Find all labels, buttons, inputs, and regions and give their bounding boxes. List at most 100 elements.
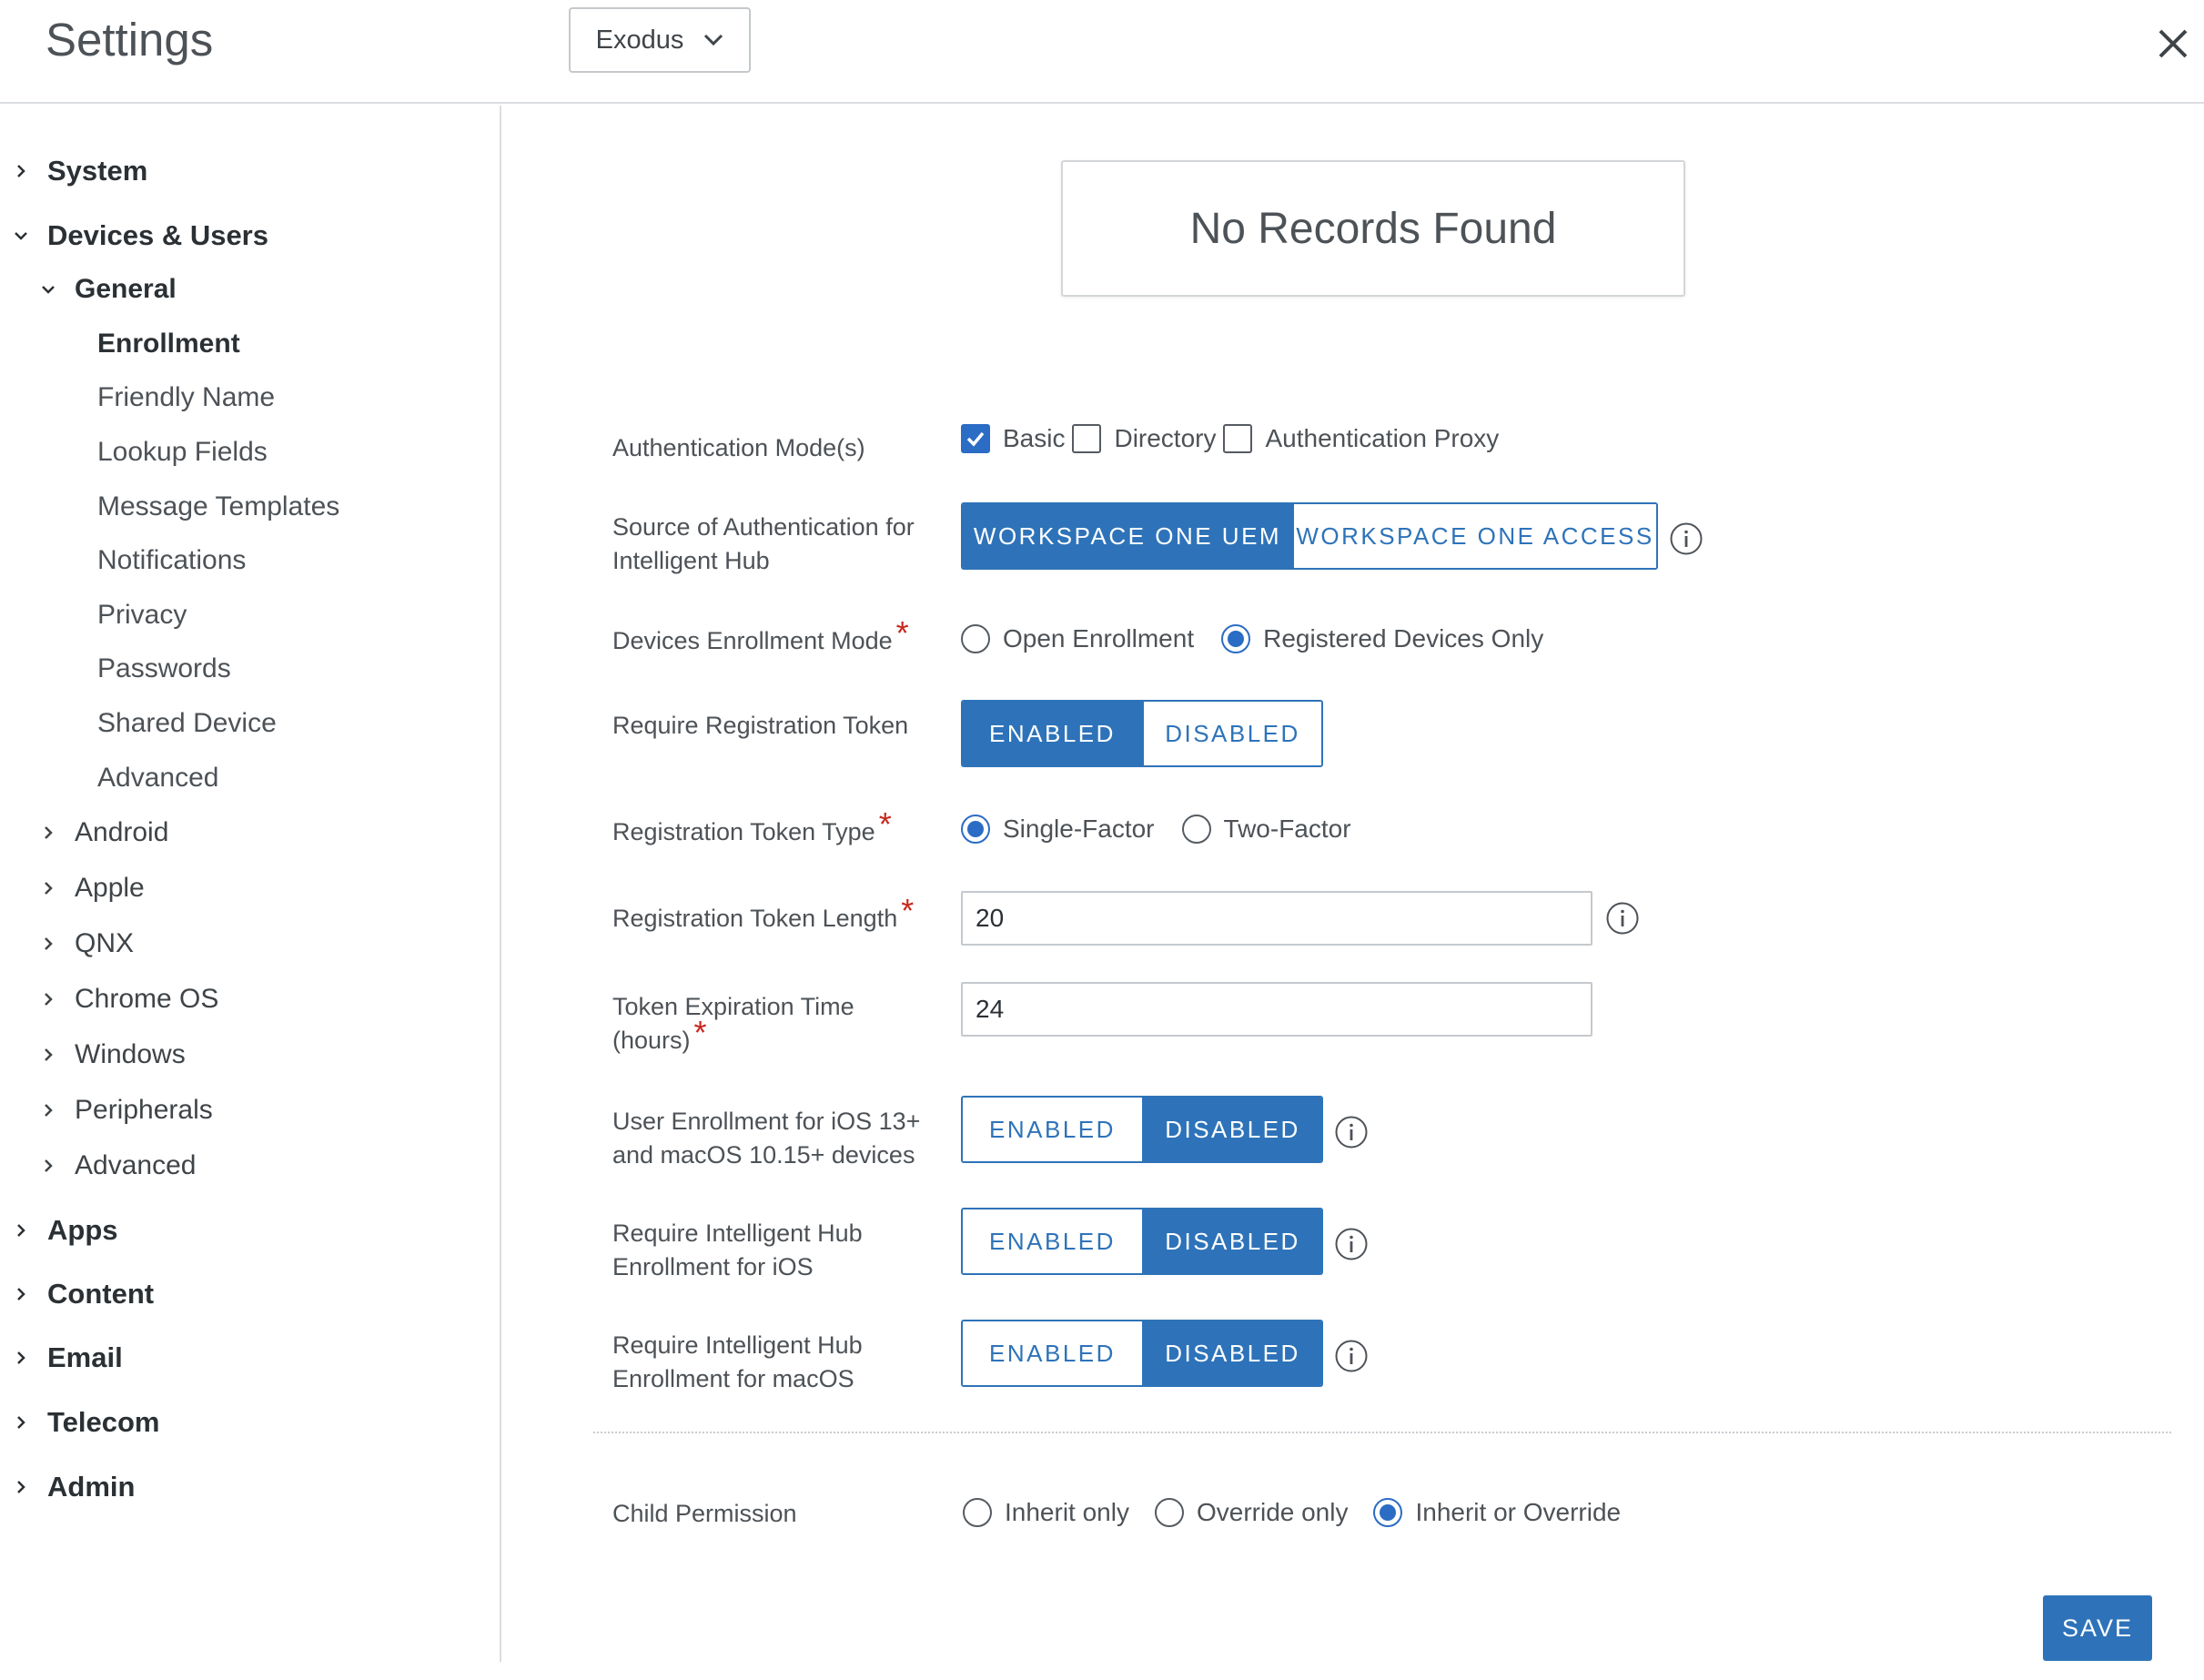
sidebar-item-qnx[interactable]: QNX [40, 928, 134, 959]
token-expiration-label-line2: (hours) [612, 1027, 691, 1054]
user-enrollment-enabled-button[interactable]: ENABLED [963, 1098, 1142, 1161]
chevron-right-icon [40, 936, 56, 952]
token-type-group: Single-Factor Two-Factor [961, 815, 1359, 844]
user-enrollment-label: User Enrollment for iOS 13+ and macOS 10… [612, 1108, 921, 1169]
info-icon[interactable] [1334, 1115, 1369, 1149]
chevron-right-icon [13, 1286, 29, 1302]
sidebar-item-passwords[interactable]: Passwords [97, 653, 231, 684]
token-type-label: Registration Token Type * [612, 808, 958, 849]
sidebar-item-devices-users[interactable]: Devices & Users [13, 219, 268, 252]
chevron-right-icon [13, 1479, 29, 1495]
token-expiration-input[interactable]: 24 [961, 982, 1592, 1037]
user-enrollment-disabled-button[interactable]: DISABLED [1142, 1098, 1321, 1161]
single-factor-radio[interactable] [961, 815, 990, 844]
no-records-message: No Records Found [1061, 160, 1685, 297]
sidebar-item-lookup-fields[interactable]: Lookup Fields [97, 437, 268, 468]
sidebar-item-system[interactable]: System [13, 155, 147, 187]
child-permission-label: Child Permission [612, 1500, 797, 1527]
open-enrollment-radio[interactable] [961, 624, 990, 653]
chevron-right-icon [40, 991, 56, 1007]
sidebar-item-email[interactable]: Email [13, 1341, 123, 1374]
sidebar-item-notifications[interactable]: Notifications [97, 545, 246, 576]
chevron-right-icon [40, 1158, 56, 1174]
require-token-label: Require Registration Token [612, 712, 909, 739]
sidebar-item-label: Lookup Fields [97, 437, 268, 467]
required-asterisk: * [895, 614, 909, 652]
chevron-right-icon [40, 880, 56, 896]
sidebar-item-label: Enrollment [97, 329, 240, 359]
hub-ios-disabled-button[interactable]: DISABLED [1142, 1209, 1321, 1273]
workspace-one-uem-button[interactable]: WORKSPACE ONE UEM [963, 504, 1292, 568]
sidebar-item-advanced[interactable]: Advanced [40, 1150, 196, 1181]
inherit-only-radio[interactable] [963, 1498, 992, 1527]
chevron-right-icon [13, 1222, 29, 1239]
directory-checkbox[interactable] [1072, 424, 1102, 453]
auth-modes-group: Basic Directory Authentication Proxy [961, 424, 1506, 453]
token-expiration-label-line1: Token Expiration Time [612, 993, 854, 1020]
authentication-proxy-checkbox[interactable] [1223, 424, 1253, 453]
inherit-or-override-radio[interactable] [1373, 1498, 1403, 1527]
sidebar-item-chrome-os[interactable]: Chrome OS [40, 984, 218, 1015]
settings-sidebar: System Devices & Users General Enrollmen… [0, 106, 501, 1662]
sidebar-item-apps[interactable]: Apps [13, 1214, 118, 1247]
child-permission-group: Inherit only Override only Inherit or Ov… [963, 1498, 1628, 1527]
sidebar-item-admin[interactable]: Admin [13, 1471, 135, 1503]
override-only-radio[interactable] [1154, 1498, 1184, 1527]
sidebar-item-friendly-name[interactable]: Friendly Name [97, 382, 275, 413]
sidebar-item-apple[interactable]: Apple [40, 873, 145, 904]
basic-checkbox[interactable] [961, 424, 990, 453]
close-icon[interactable] [2153, 24, 2193, 64]
require-token-toggle: ENABLED DISABLED [961, 700, 1323, 767]
override-only-label: Override only [1196, 1498, 1349, 1526]
token-length-input[interactable]: 20 [961, 891, 1592, 946]
section-divider [593, 1432, 2171, 1433]
sidebar-item-general[interactable]: General [40, 274, 177, 305]
hub-macos-enabled-button[interactable]: ENABLED [963, 1321, 1142, 1385]
sidebar-item-message-templates[interactable]: Message Templates [97, 491, 339, 522]
sidebar-item-label: Passwords [97, 653, 231, 683]
info-icon[interactable] [1334, 1227, 1369, 1261]
sidebar-item-label: Android [75, 817, 169, 847]
chevron-down-icon [704, 34, 723, 46]
save-button[interactable]: SAVE [2043, 1595, 2152, 1661]
sidebar-item-label: Friendly Name [97, 382, 276, 412]
sidebar-item-android[interactable]: Android [40, 817, 168, 848]
settings-page: Settings Exodus System Devices & Users G… [0, 0, 2204, 1680]
sidebar-item-windows[interactable]: Windows [40, 1039, 186, 1070]
sidebar-item-shared-device[interactable]: Shared Device [97, 708, 277, 739]
info-icon[interactable] [1334, 1339, 1369, 1373]
hub-ios-enabled-button[interactable]: ENABLED [963, 1209, 1142, 1273]
two-factor-label: Two-Factor [1223, 815, 1351, 843]
registered-devices-only-radio[interactable] [1221, 624, 1251, 653]
sidebar-item-label: Advanced [75, 1150, 197, 1180]
sidebar-item-telecom[interactable]: Telecom [13, 1406, 159, 1439]
token-expiration-label: Token Expiration Time (hours) * [612, 990, 958, 1058]
inherit-only-label: Inherit only [1005, 1498, 1129, 1526]
token-type-label-text: Registration Token Type [612, 818, 875, 845]
require-token-disabled-button[interactable]: DISABLED [1142, 702, 1321, 765]
organization-group-select[interactable]: Exodus [569, 7, 751, 73]
sidebar-item-content[interactable]: Content [13, 1278, 154, 1311]
directory-label: Directory [1114, 424, 1217, 452]
sidebar-item-general-advanced[interactable]: Advanced [97, 763, 218, 794]
sidebar-item-privacy[interactable]: Privacy [97, 600, 187, 631]
basic-label: Basic [1003, 424, 1066, 452]
require-token-enabled-button[interactable]: ENABLED [963, 702, 1142, 765]
workspace-one-access-button[interactable]: WORKSPACE ONE ACCESS [1292, 504, 1656, 568]
required-asterisk: * [878, 805, 892, 843]
sidebar-item-peripherals[interactable]: Peripherals [40, 1095, 213, 1126]
hub-macos-disabled-button[interactable]: DISABLED [1142, 1321, 1321, 1385]
sidebar-item-label: General [75, 274, 177, 304]
hub-ios-label: Require Intelligent Hub Enrollment for i… [612, 1220, 863, 1280]
hub-macos-toggle: ENABLED DISABLED [961, 1320, 1323, 1387]
two-factor-radio[interactable] [1181, 815, 1211, 844]
sidebar-item-label: Admin [47, 1471, 136, 1503]
chevron-down-icon [40, 281, 56, 298]
user-enrollment-toggle: ENABLED DISABLED [961, 1096, 1323, 1163]
required-asterisk: * [693, 1014, 707, 1051]
single-factor-label: Single-Factor [1003, 815, 1155, 843]
sidebar-item-enrollment[interactable]: Enrollment [97, 329, 240, 359]
chevron-right-icon [40, 1102, 56, 1118]
info-icon[interactable] [1669, 521, 1704, 556]
info-icon[interactable] [1605, 901, 1640, 936]
